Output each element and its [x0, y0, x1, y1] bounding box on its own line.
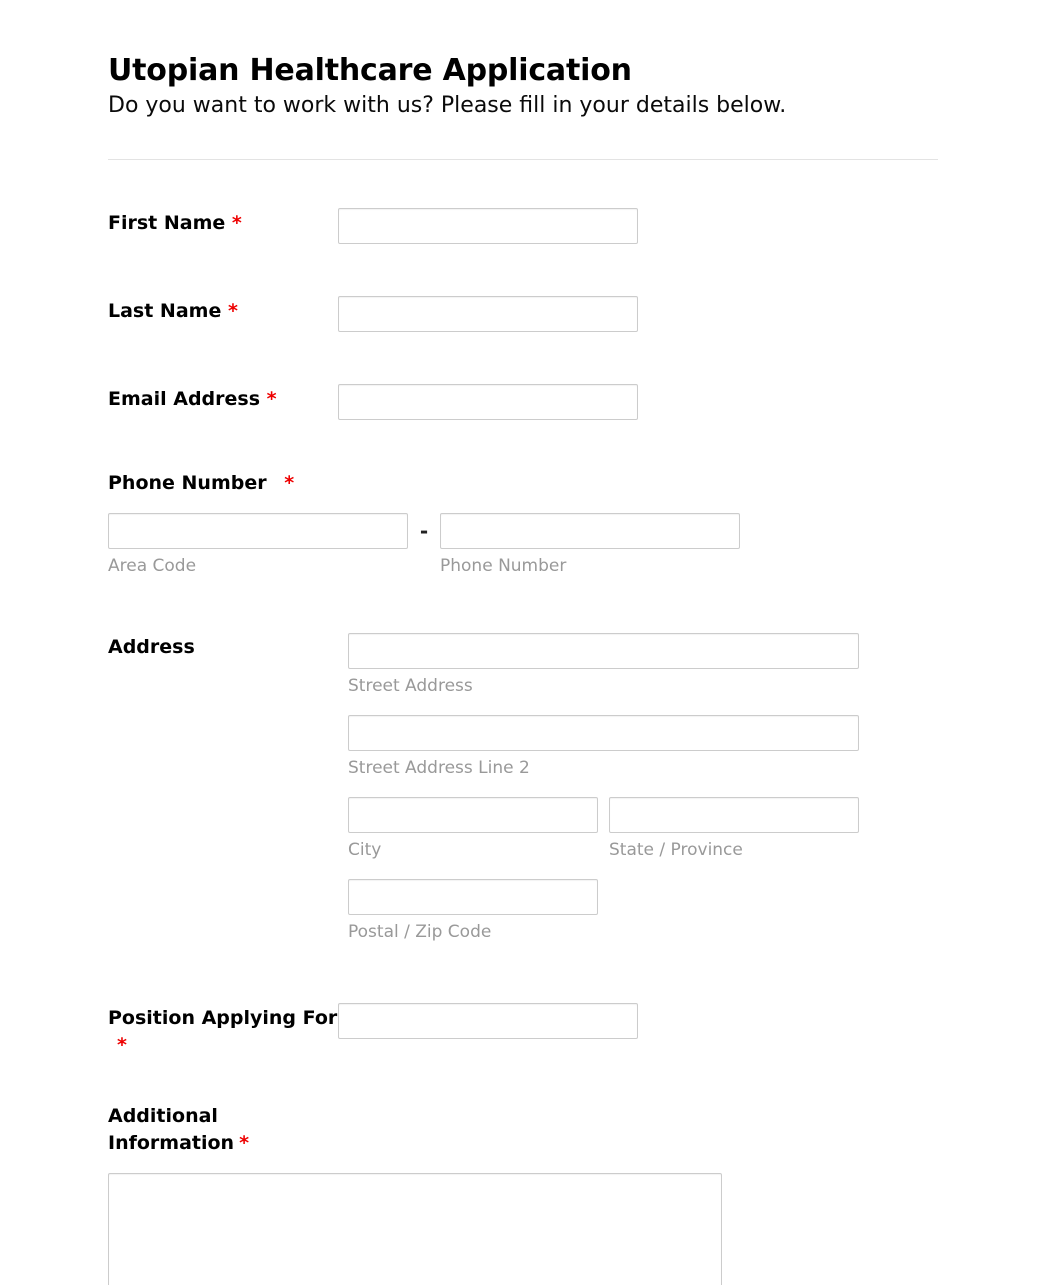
- phone-number-sublabel: Phone Number: [440, 555, 567, 576]
- phone-separator-dash: -: [419, 518, 429, 543]
- phone-area-code-input[interactable]: [108, 512, 408, 549]
- label-position-applying-for: Position Applying For *: [108, 1003, 338, 1059]
- additional-information-textarea[interactable]: [108, 1173, 722, 1285]
- label-email-address-text: Email Address: [108, 388, 261, 411]
- phone-area-code-sublabel: Area Code: [108, 555, 197, 576]
- field-row-email-address: Email Address *: [108, 384, 938, 421]
- label-address: Address: [108, 633, 348, 658]
- field-group-phone-number: Phone Number * Area Code - Phone Number: [108, 472, 938, 577]
- required-asterisk: *: [266, 388, 277, 411]
- address-state-cell: State / Province: [609, 797, 859, 861]
- address-city-state-row: City State / Province: [348, 797, 859, 861]
- field-row-position-applying-for: Position Applying For *: [108, 1003, 938, 1059]
- address-city-cell: City: [348, 797, 598, 861]
- required-asterisk: *: [239, 1132, 250, 1155]
- control-last-name: [338, 296, 938, 333]
- label-email-address: Email Address *: [108, 384, 338, 413]
- label-phone-number: Phone Number *: [108, 472, 938, 495]
- address-street2-cell: Street Address Line 2: [348, 715, 859, 779]
- address-zip-cell: Postal / Zip Code: [348, 879, 859, 943]
- address-street-input[interactable]: [348, 632, 859, 669]
- page-title: Utopian Healthcare Application: [108, 53, 632, 88]
- address-postal-zip-input[interactable]: [348, 879, 598, 916]
- control-email-address: [338, 384, 938, 421]
- label-last-name: Last Name *: [108, 296, 338, 325]
- control-position-applying-for: [338, 1003, 938, 1040]
- required-asterisk: *: [117, 1034, 127, 1057]
- phone-area-code-cell: Area Code: [108, 512, 408, 577]
- label-first-name-text: First Name: [108, 212, 226, 235]
- address-city-sublabel: City: [348, 840, 382, 861]
- form-container: Utopian Healthcare Application Do you wa…: [108, 0, 938, 1285]
- required-asterisk: *: [227, 300, 238, 323]
- required-asterisk: *: [231, 212, 242, 235]
- address-fields: Street Address Street Address Line 2 Cit…: [348, 632, 859, 943]
- address-street-cell: Street Address: [348, 632, 859, 697]
- form-subtitle: Do you want to work with us? Please fill…: [108, 92, 787, 118]
- first-name-input[interactable]: [338, 208, 638, 245]
- label-phone-number-text: Phone Number: [108, 472, 267, 495]
- label-address-text: Address: [108, 635, 195, 658]
- phone-number-input[interactable]: [440, 512, 740, 549]
- email-address-input[interactable]: [338, 384, 638, 421]
- header-divider: [108, 159, 938, 161]
- field-group-address: Address Street Address Street Address Li…: [108, 632, 938, 943]
- address-postal-zip-sublabel: Postal / Zip Code: [348, 922, 492, 943]
- field-row-last-name: Last Name *: [108, 296, 938, 333]
- label-last-name-text: Last Name: [108, 300, 222, 323]
- label-additional-information-text: Additional Information: [108, 1105, 235, 1155]
- control-additional-information: [108, 1173, 938, 1285]
- field-row-first-name: First Name *: [108, 208, 938, 245]
- position-applying-for-input[interactable]: [338, 1003, 638, 1040]
- form-header: Utopian Healthcare Application Do you wa…: [108, 0, 938, 119]
- label-additional-information: Additional Information *: [108, 1103, 288, 1157]
- control-first-name: [338, 208, 938, 245]
- application-form-page: Utopian Healthcare Application Do you wa…: [0, 0, 1044, 1285]
- phone-number-fields: Area Code - Phone Number: [108, 512, 938, 577]
- last-name-input[interactable]: [338, 296, 638, 333]
- label-first-name: First Name *: [108, 208, 338, 237]
- address-street-line2-sublabel: Street Address Line 2: [348, 758, 530, 779]
- address-state-province-sublabel: State / Province: [609, 840, 743, 861]
- address-state-province-input[interactable]: [609, 797, 859, 834]
- address-street-sublabel: Street Address: [348, 675, 473, 696]
- required-asterisk: *: [284, 472, 295, 495]
- label-position-applying-for-text: Position Applying For: [108, 1007, 338, 1030]
- field-group-additional-information: Additional Information *: [108, 1103, 938, 1285]
- phone-number-cell: Phone Number: [440, 512, 740, 577]
- address-street-line2-input[interactable]: [348, 715, 859, 752]
- address-city-input[interactable]: [348, 797, 598, 834]
